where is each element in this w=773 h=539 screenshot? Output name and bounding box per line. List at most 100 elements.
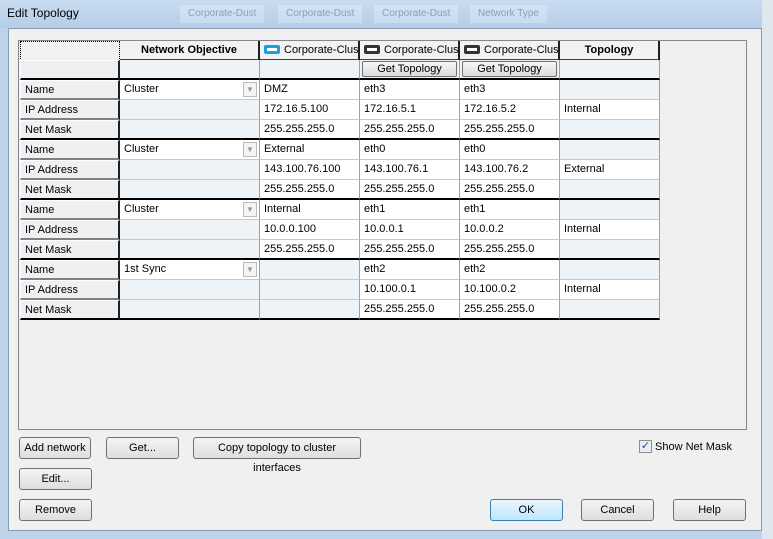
background-tab: Corporate-Dust [278,5,363,23]
topology-cell[interactable] [560,300,660,320]
interface-cell[interactable]: 255.255.255.0 [360,240,460,260]
network-objective-combo-text: Cluster [124,203,159,215]
interface-cell[interactable]: 255.255.255.0 [460,180,560,200]
network-objective-combo[interactable]: 1st Sync ▼ [120,260,260,280]
interface-cell[interactable]: eth1 [460,200,560,220]
interface-cell[interactable]: eth0 [460,140,560,160]
topology-cell[interactable]: Internal [560,220,660,240]
interface-cell[interactable]: 255.255.255.0 [260,120,360,140]
interface-cell[interactable]: 10.100.0.2 [460,280,560,300]
interface-cell-text: eth2 [464,263,486,275]
column-header[interactable]: Corporate-Clus [260,41,360,61]
get-topology-button[interactable]: Get Topology [462,61,557,77]
ok-button[interactable]: OK [490,499,563,521]
topology-cell[interactable] [560,200,660,220]
show-net-mask-checkbox[interactable]: ✓ Show Net Mask [639,440,732,453]
row-label-text: Name [25,204,55,216]
interface-cell[interactable]: DMZ [260,80,360,100]
copy-topology-button[interactable]: Copy topology to cluster interfaces [193,437,361,474]
interface-cell[interactable]: 255.255.255.0 [260,240,360,260]
network-card-icon [264,45,280,54]
topology-cell[interactable] [560,80,660,100]
interface-cell[interactable]: 255.255.255.0 [360,120,460,140]
column-header[interactable]: Corporate-Clus [460,41,560,61]
interface-cell[interactable]: 10.0.0.2 [460,220,560,240]
column-header-label: Corporate-Clus [484,44,559,56]
interface-cell[interactable]: 255.255.255.0 [460,300,560,320]
column-header-label: Corporate-Clus [384,44,459,56]
dropdown-arrow-icon[interactable]: ▼ [243,262,257,277]
interface-cell[interactable]: 255.255.255.0 [260,180,360,200]
add-network-button[interactable]: Add network [19,437,91,459]
get-topology-button[interactable]: Get Topology [362,61,457,77]
interface-cell[interactable]: 255.255.255.0 [360,180,460,200]
cancel-button[interactable]: Cancel [581,499,654,521]
interface-cell[interactable]: 143.100.76.1 [360,160,460,180]
network-objective-combo-text: Cluster [124,143,159,155]
topology-cell[interactable]: Internal [560,100,660,120]
interface-cell[interactable] [260,280,360,300]
checkmark-icon: ✓ [639,440,652,453]
interface-cell[interactable]: 255.255.255.0 [460,120,560,140]
column-header[interactable] [20,41,120,61]
dropdown-arrow-icon[interactable]: ▼ [243,142,257,157]
interface-cell[interactable]: External [260,140,360,160]
interface-cell[interactable]: 143.100.76.100 [260,160,360,180]
interface-cell-text: 255.255.255.0 [264,123,335,135]
interface-cell[interactable]: 172.16.5.2 [460,100,560,120]
interface-cell[interactable]: 143.100.76.2 [460,160,560,180]
interface-cell[interactable]: 10.0.0.100 [260,220,360,240]
interface-cell[interactable]: eth1 [360,200,460,220]
topology-cell-text: Internal [564,223,601,235]
dropdown-arrow-icon[interactable]: ▼ [243,82,257,97]
network-objective-cell [120,280,260,300]
network-objective-combo[interactable]: Cluster ▼ [120,200,260,220]
row-label-text: IP Address [25,284,78,296]
interface-cell[interactable]: 10.100.0.1 [360,280,460,300]
interface-cell-text: DMZ [264,83,288,95]
topology-cell[interactable] [560,180,660,200]
row-label-text: IP Address [25,164,78,176]
interface-cell[interactable]: 172.16.5.1 [360,100,460,120]
interface-cell-text: eth2 [364,263,386,275]
topology-cell[interactable] [560,260,660,280]
network-objective-cell [120,180,260,200]
interface-cell[interactable]: 255.255.255.0 [360,300,460,320]
help-button[interactable]: Help [673,499,746,521]
interface-cell[interactable]: eth0 [360,140,460,160]
edit-button[interactable]: Edit... [19,468,92,490]
interface-cell[interactable]: eth2 [460,260,560,280]
interface-cell[interactable]: 172.16.5.100 [260,100,360,120]
interface-cell[interactable]: eth2 [360,260,460,280]
interface-cell[interactable]: Internal [260,200,360,220]
row-label: IP Address [20,160,120,180]
interface-cell-text: 143.100.76.100 [264,163,341,175]
row-label: Net Mask [20,240,120,260]
column-header[interactable]: Topology [560,41,660,61]
topology-cell-text: External [564,163,605,175]
interface-cell[interactable] [260,300,360,320]
subheader-cell [560,60,660,80]
topology-cell[interactable] [560,240,660,260]
column-header[interactable]: Network Objective [120,41,260,61]
topology-cell[interactable]: Internal [560,280,660,300]
interface-cell-text: External [264,143,305,155]
remove-button[interactable]: Remove [19,499,92,521]
dropdown-arrow-icon[interactable]: ▼ [243,202,257,217]
topology-cell[interactable] [560,120,660,140]
interface-cell[interactable]: eth3 [460,80,560,100]
topology-cell[interactable]: External [560,160,660,180]
interface-cell[interactable] [260,260,360,280]
get-button[interactable]: Get... [106,437,179,459]
column-header-label: Corporate-Clus [284,44,359,56]
network-objective-combo[interactable]: Cluster ▼ [120,140,260,160]
interface-cell-text: 10.100.0.2 [464,283,516,295]
title-bar[interactable]: Edit Topology Corporate-Dust Corporate-D… [0,0,773,28]
column-header[interactable]: Corporate-Clus [360,41,460,61]
subheader-cell [260,60,360,80]
interface-cell[interactable]: 255.255.255.0 [460,240,560,260]
interface-cell[interactable]: eth3 [360,80,460,100]
topology-cell[interactable] [560,140,660,160]
network-objective-combo[interactable]: Cluster ▼ [120,80,260,100]
interface-cell[interactable]: 10.0.0.1 [360,220,460,240]
